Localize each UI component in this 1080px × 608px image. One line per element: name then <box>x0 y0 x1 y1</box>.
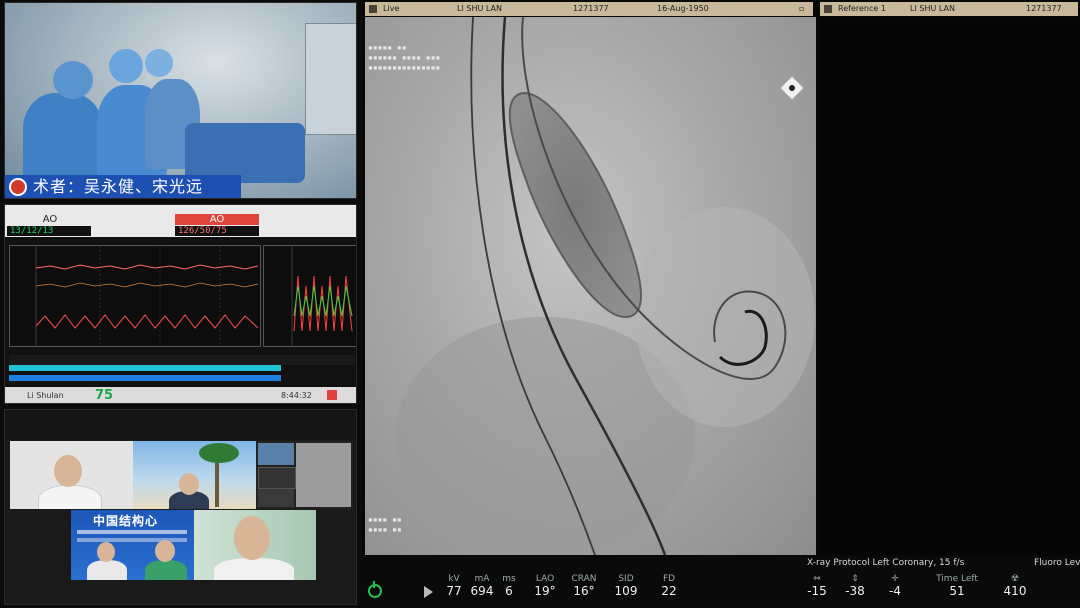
fluoroscopy-image: ▪▪▪▪▪ ▪▪ ▪▪▪▪▪▪ ▪▪▪▪ ▪▪▪ ▪▪▪▪▪▪▪▪▪▪▪▪▪▪▪ ▪… <box>365 17 816 555</box>
surgical-drape <box>185 123 305 183</box>
participant-body <box>87 560 127 580</box>
reference-image-area <box>820 17 1080 555</box>
surgeon-caption: 术者：吴永健、宋光远 <box>5 175 241 198</box>
surgeon-head <box>53 61 93 99</box>
equipment-monitor <box>305 23 356 135</box>
surgeon-head <box>109 49 143 83</box>
window-restore-icon[interactable]: ▫ <box>799 2 804 16</box>
param-time-left: Time Left 51 <box>936 574 978 598</box>
participant-face <box>155 540 175 562</box>
param-fd: FD 22 <box>661 574 677 598</box>
patient-id: 1271377 <box>573 4 609 13</box>
pressure-waveform-svg <box>35 246 259 346</box>
mini-monitor-thumb <box>258 467 296 489</box>
or-camera-feed: 术者：吴永健、宋光远 <box>4 2 357 199</box>
table-lateral-icon: ⇕ <box>851 574 859 584</box>
participant-body <box>145 560 187 580</box>
angiography-viewer: Live LI SHU LAN 1271377 16-Aug-1950 ▫ Re… <box>362 0 1080 608</box>
participant-face <box>234 516 270 560</box>
live-info-bar: Live LI SHU LAN 1271377 16-Aug-1950 ▫ <box>365 2 813 16</box>
video-conference-panel: 中国结构心 <box>4 409 357 605</box>
param-table-long: ⇔ -15 <box>802 574 832 598</box>
surgeon-figure <box>23 93 103 183</box>
right-pressure-label: AO <box>175 214 259 225</box>
table-move-icon: ⇔ <box>813 574 821 584</box>
participant-body <box>214 558 294 580</box>
left-pressure-value: 13/12/13 <box>7 226 91 236</box>
right-pressure-value: 126/50/75 <box>175 226 259 236</box>
reference-patient-id: 1271377 <box>1026 4 1062 13</box>
pressure-waveform-chart <box>9 245 261 347</box>
play-icon[interactable] <box>424 586 433 598</box>
power-icon[interactable] <box>368 581 382 598</box>
param-kv: kV 77 <box>446 574 462 598</box>
param-table-height: ✛ -4 <box>880 574 910 598</box>
participant-body <box>38 485 102 509</box>
shared-screen-tile[interactable] <box>256 441 353 509</box>
patient-name: LI SHU LAN <box>457 4 502 13</box>
timeline-bar-blue <box>9 375 281 381</box>
acquisition-parameter-bar: X-ray Protocol Left Coronary, 15 f/s Flu… <box>362 556 1080 608</box>
participant-tile-5[interactable] <box>194 510 316 580</box>
palm-tree-leaves <box>199 443 239 463</box>
monitor-patient-name: Li Shulan <box>27 391 64 400</box>
participant-face <box>97 542 115 562</box>
monitor-alarm-icon[interactable] <box>327 390 337 400</box>
patient-dob: 16-Aug-1950 <box>657 4 709 13</box>
banner-line <box>77 530 187 534</box>
surgeon-head <box>145 49 173 77</box>
reference-info-bar: Reference 1 LI SHU LAN 1271377 <box>820 2 1078 16</box>
param-ms: ms 6 <box>502 574 516 598</box>
participant-tile-1[interactable] <box>10 441 133 509</box>
param-cran: CRAN 16° <box>571 574 597 598</box>
secondary-waveform-chart <box>263 245 356 347</box>
live-indicator-icon <box>369 5 377 13</box>
mini-fluoro-thumb <box>296 443 351 507</box>
param-ma: mA 694 <box>470 574 494 598</box>
participant-tile-2[interactable] <box>133 441 256 509</box>
reference-label: Reference 1 <box>838 4 886 13</box>
hospital-logo-icon <box>9 178 27 196</box>
mini-camera-thumb <box>258 443 294 465</box>
timeline-track <box>9 355 355 365</box>
reference-patient-name: LI SHU LAN <box>910 4 955 13</box>
mini-conf-thumb <box>258 489 294 507</box>
param-dose: ☢ 410 <box>998 574 1032 598</box>
participant-tile-banner[interactable]: 中国结构心 <box>71 510 194 580</box>
live-label: Live <box>383 4 400 13</box>
param-sid: SID 109 <box>614 574 638 598</box>
timeline-bar-cyan <box>9 365 281 371</box>
fluoroscopy-svg <box>395 17 815 555</box>
hemodynamic-monitor: AO AO 13/12/13 126/50/75 Li Shulan 75 8:… <box>4 204 357 404</box>
conference-header <box>5 410 356 440</box>
param-table-lat: ⇕ -38 <box>840 574 870 598</box>
participant-face <box>179 473 199 495</box>
table-height-icon: ✛ <box>891 574 899 584</box>
reference-indicator-icon <box>824 5 832 13</box>
secondary-waveform-svg <box>291 246 353 346</box>
fluoro-level-label: Fluoro Lev <box>1034 558 1080 568</box>
image-overlay-text-top: ▪▪▪▪▪ ▪▪ ▪▪▪▪▪▪ ▪▪▪▪ ▪▪▪ ▪▪▪▪▪▪▪▪▪▪▪▪▪▪▪ <box>368 43 441 72</box>
monitor-pulse-value: 75 <box>95 388 114 403</box>
dose-icon: ☢ <box>1010 574 1020 584</box>
image-overlay-text-bottom: ▪▪▪▪ ▪▪ ▪▪▪▪ ▪▪ <box>368 515 402 534</box>
banner-title: 中国结构心 <box>93 514 159 528</box>
left-pressure-label: AO <box>42 214 58 225</box>
monitor-clock: 8:44:32 <box>281 391 312 400</box>
param-lao: LAO 19° <box>534 574 556 598</box>
surgeon-caption-text: 术者：吴永健、宋光远 <box>33 177 204 196</box>
xray-protocol-label: X-ray Protocol Left Coronary, 15 f/s <box>807 558 965 568</box>
participant-face <box>54 455 82 487</box>
